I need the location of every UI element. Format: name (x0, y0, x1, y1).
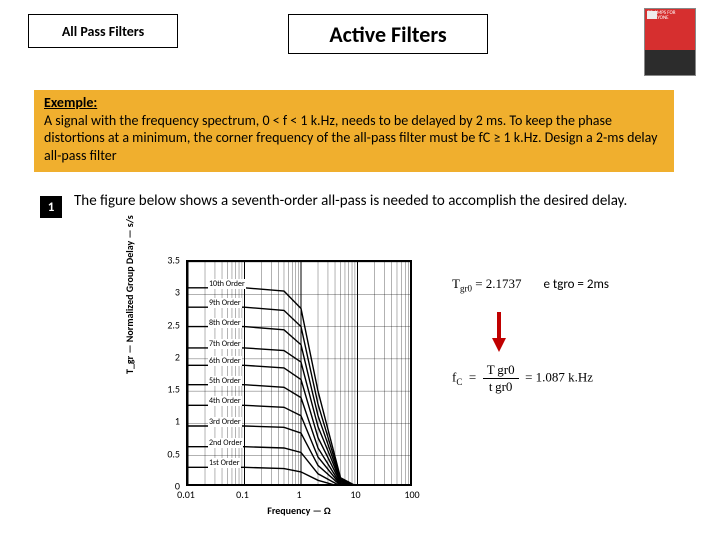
eq-tgr0-val: = 2.1737 (475, 276, 521, 291)
eq-fc-frac: T gr0 t gr0 (483, 362, 519, 395)
ytick: 2.5 (167, 318, 180, 331)
equation-fc: fC = T gr0 t gr0 = 1.087 k.Hz (452, 362, 692, 395)
xtick: 1 (296, 488, 301, 501)
page-title: Active Filters (288, 14, 488, 54)
chart-yticks: 00.511.522.533.5 (140, 254, 184, 492)
ytick: 0.5 (167, 447, 180, 460)
book-thumbnail: OP AMPS FOR EVERYONE (644, 8, 696, 76)
order-label: 10th Order (208, 279, 246, 289)
example-text: A signal with the frequency spectrum, 0 … (44, 112, 657, 164)
equation-tgr0: Tgr0 = 2.1737 e tgro = 2ms (452, 276, 692, 294)
header-row: All Pass Filters Active Filters (28, 14, 696, 54)
order-label: 7th Order (208, 339, 242, 349)
order-label: 5th Order (208, 376, 242, 386)
eq-fc-den: t gr0 (483, 379, 519, 395)
xtick: 10 (350, 488, 360, 501)
chart-xlabel: Frequency — Ω (186, 504, 412, 517)
order-label: 6th Order (208, 356, 242, 366)
order-label: 3rd Order (208, 417, 242, 427)
ytick: 1.5 (167, 383, 180, 396)
eq-fc-val: = 1.087 k.Hz (525, 369, 593, 384)
ytick: 2 (175, 350, 180, 363)
order-label: 2nd Order (208, 438, 243, 448)
order-label: 4th Order (208, 396, 242, 406)
example-box: Exemple: A signal with the frequency spe… (34, 90, 674, 172)
step-badge: 1 (40, 196, 62, 218)
ytick: 1 (175, 415, 180, 428)
step-row: 1 The figure below shows a seventh-order… (40, 192, 680, 218)
order-label: 1st Order (208, 458, 241, 468)
equations: Tgr0 = 2.1737 e tgro = 2ms fC = T gr0 t … (452, 276, 692, 413)
chart: T_gr — Normalized Group Delay — s/s 00.5… (140, 254, 440, 522)
order-label: 9th Order (208, 298, 242, 308)
eq-tgr0-sym: T (452, 276, 460, 291)
down-arrow-icon (492, 312, 506, 352)
eq-fc-sub: C (456, 377, 462, 387)
chart-plot-area: 1st Order 2nd Order 3rd Order 4th Order 5th … (186, 260, 412, 486)
xtick: 100 (404, 488, 419, 501)
book-tag-icon (647, 11, 657, 19)
order-label: 8th Order (208, 318, 242, 328)
ytick: 3 (175, 286, 180, 299)
eq-fc-num: T gr0 (483, 362, 519, 379)
equation-note: e tgro = 2ms (543, 277, 608, 292)
step-text: The figure below shows a seventh-order a… (74, 192, 627, 218)
xtick: 0.1 (236, 488, 249, 501)
example-label: Exemple: (44, 94, 97, 111)
xtick: 0.01 (177, 488, 195, 501)
chart-ylabel: T_gr — Normalized Group Delay — s/s (123, 215, 136, 374)
page-subtitle: All Pass Filters (28, 14, 178, 48)
ytick: 3.5 (167, 254, 180, 267)
eq-tgr0-sub: gr0 (460, 284, 472, 294)
chart-svg (188, 262, 412, 486)
